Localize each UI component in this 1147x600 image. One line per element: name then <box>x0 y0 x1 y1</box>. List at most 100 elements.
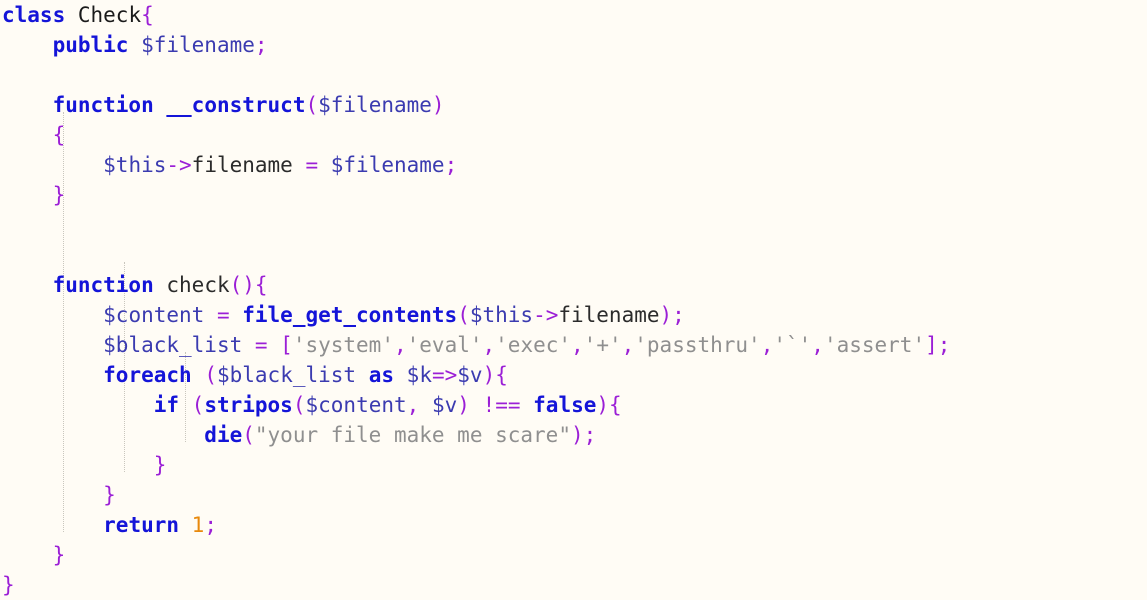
code-line-2: public $filename; <box>2 30 1147 60</box>
function-stripos: stripos <box>204 393 293 417</box>
string-plus: '+' <box>583 333 622 357</box>
keyword-foreach: foreach <box>103 363 192 387</box>
comma: , <box>571 333 584 357</box>
string-assert: 'assert' <box>823 333 926 357</box>
comma: , <box>621 333 635 357</box>
variable-filename: $filename <box>330 153 445 177</box>
assign-operator: = <box>292 153 331 177</box>
paren-open: ( <box>229 273 243 297</box>
brace-close: } <box>52 543 66 567</box>
paren-close: ) <box>596 393 610 417</box>
semicolon: ; <box>444 153 458 177</box>
brace-close: } <box>153 453 167 477</box>
code-line-13: foreach ($black_list as $k=>$v){ <box>2 360 1147 390</box>
keyword-public: public <box>52 33 129 57</box>
paren-open: ( <box>242 423 255 447</box>
variable-v: $v <box>457 363 483 387</box>
class-name-check: Check <box>77 3 142 27</box>
number-one: 1 <box>191 513 205 537</box>
paren-close: ) <box>659 303 673 327</box>
function-file-get-contents: file_get_contents <box>242 303 458 327</box>
fat-arrow-operator: => <box>431 363 458 387</box>
paren-open: ( <box>204 363 217 387</box>
comma: , <box>760 333 774 357</box>
code-line-16: } <box>2 450 1147 480</box>
paren-close: ) <box>482 363 496 387</box>
code-line-9-blank <box>2 240 1147 270</box>
function-name-construct: __construct <box>166 93 306 117</box>
string-exec: 'exec' <box>495 333 572 357</box>
paren-open: ( <box>305 93 319 117</box>
string-passthru: 'passthru' <box>634 333 761 357</box>
assign-operator: = <box>204 303 243 327</box>
bracket-open: [ <box>280 333 293 357</box>
code-line-3-blank <box>2 60 1147 90</box>
function-die: die <box>204 423 243 447</box>
code-editor[interactable]: class Check{ public $filename; function … <box>0 0 1147 597</box>
code-line-7: } <box>2 180 1147 210</box>
comma: , <box>811 333 824 357</box>
arrow-operator: -> <box>166 153 192 177</box>
brace-open: { <box>141 3 154 27</box>
paren-close: ) <box>242 273 255 297</box>
keyword-class: class <box>2 3 66 27</box>
not-identical-operator: !== <box>482 393 521 417</box>
code-line-11: $content = file_get_contents($this->file… <box>2 300 1147 330</box>
variable-content: $content <box>103 303 205 327</box>
comma: , <box>482 333 496 357</box>
code-line-8-blank <box>2 210 1147 240</box>
paren-open: ( <box>292 393 306 417</box>
brace-open: { <box>495 363 508 387</box>
semicolon: ; <box>672 303 685 327</box>
code-content: class Check{ public $filename; function … <box>0 0 1147 600</box>
brace-close: } <box>103 483 116 507</box>
variable-this: $this <box>103 153 167 177</box>
variable-black-list: $black_list <box>216 363 357 387</box>
paren-close: ) <box>570 423 584 447</box>
variable-k: $k <box>406 363 432 387</box>
param-filename: $filename <box>318 93 432 117</box>
code-line-5: { <box>2 120 1147 150</box>
code-line-19: } <box>2 540 1147 570</box>
brace-open: { <box>52 123 66 147</box>
code-line-20: } <box>2 570 1147 600</box>
code-line-1: class Check{ <box>2 0 1147 30</box>
code-line-14: if (stripos($content, $v) !== false){ <box>2 390 1147 420</box>
paren-close: ) <box>431 93 445 117</box>
variable-this: $this <box>469 303 534 327</box>
semicolon: ; <box>204 513 217 537</box>
assign-operator: = <box>242 333 281 357</box>
string-backtick: '`' <box>773 333 812 357</box>
semicolon: ; <box>583 423 597 447</box>
semicolon: ; <box>937 333 951 357</box>
semicolon: ; <box>254 33 268 57</box>
keyword-function: function <box>52 93 154 117</box>
keyword-return: return <box>103 513 180 537</box>
keyword-if: if <box>153 393 180 417</box>
code-line-18: return 1; <box>2 510 1147 540</box>
code-line-12: $black_list = ['system','eval','exec','+… <box>2 330 1147 360</box>
property-filename: filename <box>191 153 293 177</box>
paren-open: ( <box>191 393 205 417</box>
string-eval: 'eval' <box>406 333 483 357</box>
code-line-15: die("your file make me scare"); <box>2 420 1147 450</box>
function-name-check: check <box>166 273 230 297</box>
property-filename: filename <box>558 303 660 327</box>
keyword-false: false <box>533 393 597 417</box>
string-system: 'system' <box>292 333 394 357</box>
arrow-operator: -> <box>533 303 559 327</box>
variable-v: $v <box>431 393 458 417</box>
brace-open: { <box>254 273 268 297</box>
brace-close: } <box>52 183 66 207</box>
brace-close: } <box>2 573 15 597</box>
comma: , <box>406 393 432 417</box>
bracket-close: ] <box>925 333 938 357</box>
code-line-4: function __construct($filename) <box>2 90 1147 120</box>
paren-close: ) <box>457 393 470 417</box>
paren-open: ( <box>457 303 470 327</box>
variable-black-list: $black_list <box>103 333 243 357</box>
code-line-6: $this->filename = $filename; <box>2 150 1147 180</box>
keyword-as: as <box>368 363 395 387</box>
code-line-17: } <box>2 480 1147 510</box>
